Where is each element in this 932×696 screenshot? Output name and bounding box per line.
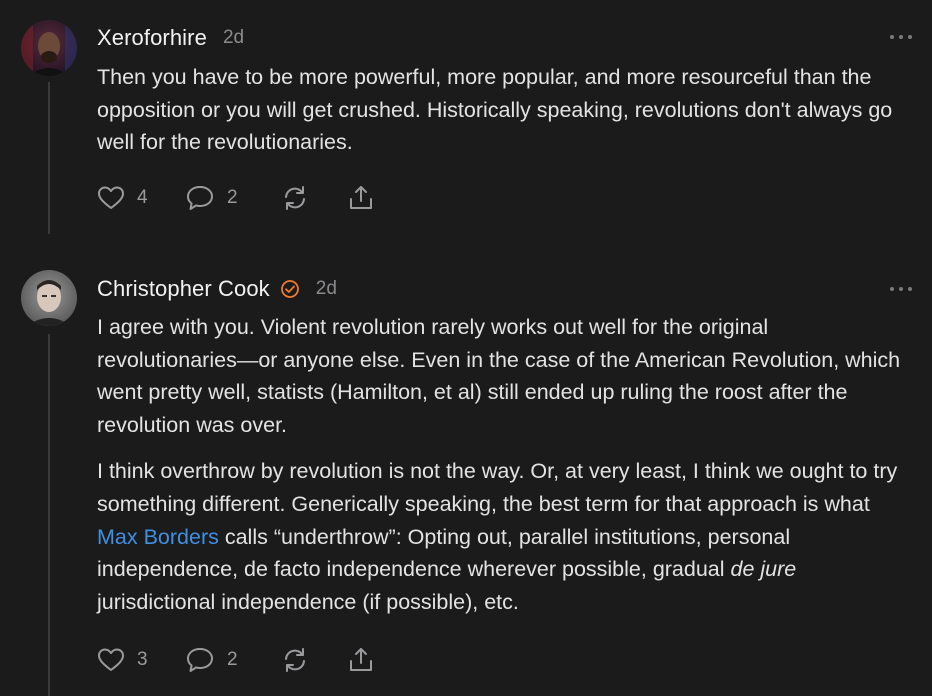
avatar[interactable]	[21, 20, 77, 76]
comment-thread: Xeroforhire 2d Then you have to be more …	[0, 0, 932, 696]
restack-button[interactable]	[281, 184, 347, 212]
comment-paragraph: I think overthrow by revolution is not t…	[97, 455, 912, 618]
share-upload-icon	[347, 646, 375, 674]
comment-paragraph: Then you have to be more powerful, more …	[97, 65, 893, 155]
more-dots-icon[interactable]	[890, 33, 912, 41]
comment-header: Xeroforhire 2d	[97, 23, 244, 53]
timestamp[interactable]: 2d	[316, 278, 337, 300]
like-button[interactable]: 3	[97, 647, 185, 673]
restack-button[interactable]	[281, 646, 347, 674]
reply-count: 2	[227, 649, 238, 670]
thread-line	[48, 334, 50, 696]
like-count: 3	[137, 649, 148, 670]
timestamp[interactable]: 2d	[223, 27, 244, 49]
author-name[interactable]: Xeroforhire	[97, 25, 207, 51]
reply-count: 2	[227, 187, 238, 208]
heart-icon	[97, 185, 125, 211]
more-dots-icon[interactable]	[890, 285, 912, 293]
heart-icon	[97, 647, 125, 673]
speech-bubble-icon	[185, 184, 215, 212]
avatar[interactable]	[21, 270, 77, 326]
share-button[interactable]	[347, 184, 375, 212]
like-count: 4	[137, 187, 148, 208]
thread-line	[48, 82, 50, 234]
comment-paragraph: I agree with you. Violent revolution rar…	[97, 315, 901, 437]
reply-button[interactable]: 2	[185, 184, 281, 212]
text-segment: jurisdictional independence (if possible…	[97, 589, 519, 614]
share-upload-icon	[347, 184, 375, 212]
profile-link[interactable]: Max Borders	[97, 525, 219, 549]
speech-bubble-icon	[185, 646, 215, 674]
reply-button[interactable]: 2	[185, 646, 281, 674]
comment-actions: 4 2	[97, 183, 375, 213]
verified-check-icon	[280, 279, 300, 299]
restack-arrows-icon	[281, 184, 309, 212]
comment-header: Christopher Cook 2d	[97, 274, 337, 304]
restack-arrows-icon	[281, 646, 309, 674]
comment-actions: 3 2	[97, 645, 375, 675]
like-button[interactable]: 4	[97, 185, 185, 211]
comment-body: Then you have to be more powerful, more …	[97, 61, 912, 159]
comment-body: I agree with you. Violent revolution rar…	[97, 311, 912, 618]
text-segment: I think overthrow by revolution is not t…	[97, 459, 898, 516]
author-name[interactable]: Christopher Cook	[97, 276, 270, 302]
share-button[interactable]	[347, 646, 375, 674]
italic-text: de jure	[730, 557, 797, 582]
